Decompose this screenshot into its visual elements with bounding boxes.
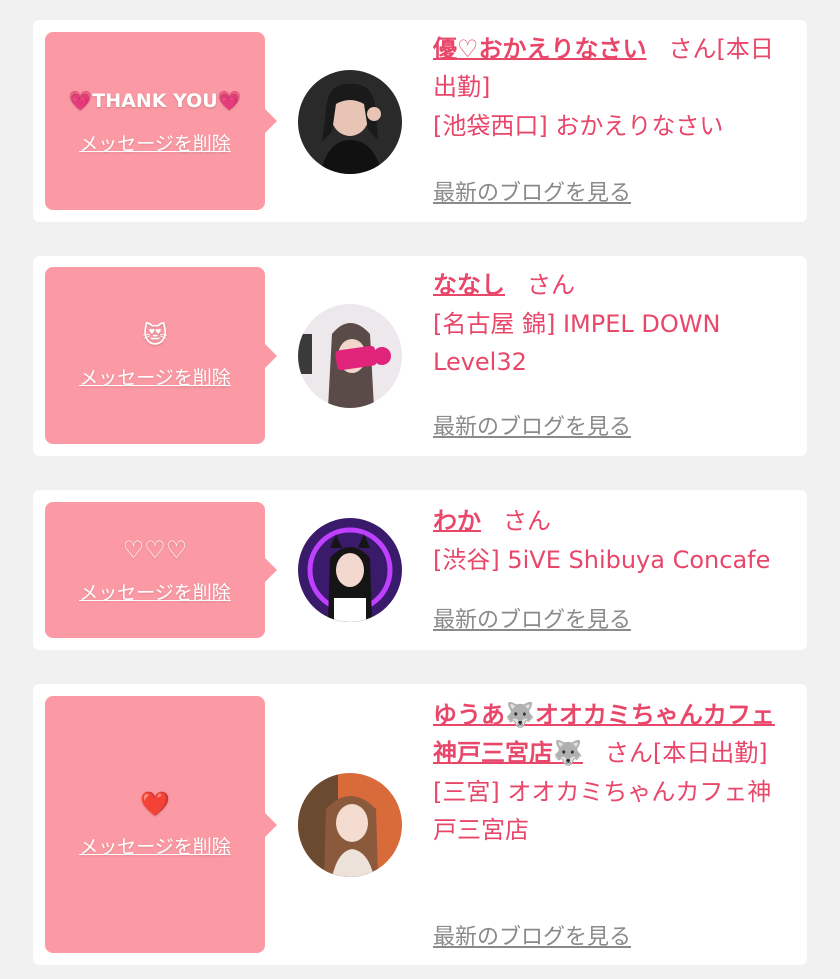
delete-message-link[interactable]: メッセージを削除	[79, 832, 231, 859]
latest-blog-link[interactable]: 最新のブログを見る	[433, 175, 631, 207]
honorific: さん	[604, 739, 653, 767]
shop-text: [池袋西口] おかえりなさい	[433, 112, 724, 140]
shop-text: [名古屋 錦] IMPEL DOWN Level32	[433, 310, 721, 376]
cast-info: ゆうあ🐺オオカミちゃんカフェ神戸三宮店🐺 さん[本日出勤] [三宮] オオカミちゃ…	[433, 696, 793, 849]
cast-info: 優♡おかえりなさい さん[本日出勤] [池袋西口] おかえりなさい	[433, 30, 793, 145]
shop-text: [三宮] オオカミちゃんカフェ神戸三宮店	[433, 778, 772, 844]
message-text: ❤️	[140, 790, 170, 818]
delete-message-link[interactable]: メッセージを削除	[79, 578, 231, 605]
message-bubble: ♡♡♡ メッセージを削除	[45, 502, 277, 638]
honorific: さん	[503, 507, 551, 535]
cast-name-link[interactable]: ななし	[433, 271, 505, 299]
message-text: 💗THANK YOU💗	[68, 89, 242, 112]
cast-info: わか さん [渋谷] 5iVE Shibuya Concafe	[433, 502, 793, 579]
cast-name-link[interactable]: わか	[433, 507, 481, 535]
message-text: ♡♡♡	[122, 535, 188, 564]
latest-blog-link[interactable]: 最新のブログを見る	[433, 919, 631, 951]
message-card: 💗THANK YOU💗 メッセージを削除 優♡おかえりなさい さん[本日出勤] […	[33, 20, 807, 222]
shop-text: [渋谷] 5iVE Shibuya Concafe	[433, 546, 771, 574]
message-bubble: 💗THANK YOU💗 メッセージを削除	[45, 32, 277, 210]
message-card: ❤️ メッセージを削除 ゆうあ🐺オオカミちゃんカフェ神戸三宮店🐺 さん[本日出勤]…	[33, 684, 807, 965]
message-card: 😻 メッセージを削除 ななし さん [名古屋 錦] IMPEL DOWN Leve…	[33, 256, 807, 456]
latest-blog-link[interactable]: 最新のブログを見る	[433, 409, 631, 441]
latest-blog-link[interactable]: 最新のブログを見る	[433, 602, 631, 634]
delete-message-link[interactable]: メッセージを削除	[79, 129, 231, 156]
status-text: [本日出勤]	[652, 739, 768, 767]
cast-name-link[interactable]: 優♡おかえりなさい	[433, 35, 647, 63]
honorific: さん	[668, 35, 717, 63]
honorific: さん	[527, 271, 575, 299]
avatar[interactable]	[298, 773, 402, 877]
cast-info: ななし さん [名古屋 錦] IMPEL DOWN Level32	[433, 266, 793, 381]
avatar[interactable]	[298, 518, 402, 622]
avatar[interactable]	[298, 304, 402, 408]
delete-message-link[interactable]: メッセージを削除	[79, 363, 231, 390]
message-bubble: ❤️ メッセージを削除	[45, 696, 277, 953]
message-bubble: 😻 メッセージを削除	[45, 267, 277, 444]
message-card: ♡♡♡ メッセージを削除 わか さん [渋谷] 5iVE Shibuya Conc…	[33, 490, 807, 650]
avatar[interactable]	[298, 70, 402, 174]
message-text: 😻	[142, 321, 168, 349]
